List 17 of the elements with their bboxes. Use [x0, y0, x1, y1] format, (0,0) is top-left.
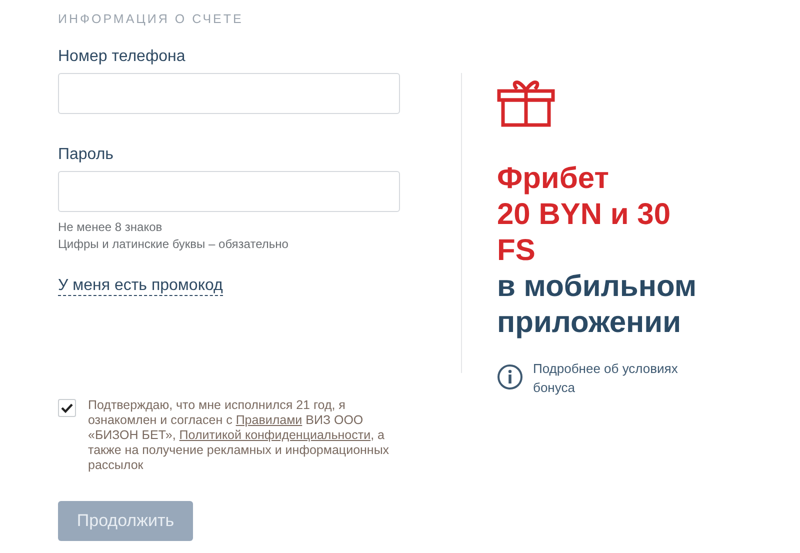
terms-link[interactable]: Правилами: [236, 413, 302, 427]
info-icon: [497, 364, 523, 390]
field-label: Номер телефона: [58, 48, 186, 66]
field-label: Пароль: [58, 146, 115, 164]
bonus-title: в мобильном приложении: [497, 269, 698, 341]
input-field[interactable]: [58, 171, 400, 212]
bonus-title: Фрибет: [497, 161, 610, 197]
bonus-terms-link[interactable]: Подробнее об условиях бонуса: [533, 359, 712, 397]
section-title: ИНФОРМАЦИЯ О СЧЕТЕ: [58, 12, 244, 26]
checkbox[interactable]: [58, 399, 76, 417]
terms-link[interactable]: Политикой конфиденциальности: [179, 428, 371, 442]
input-field[interactable]: [58, 73, 400, 114]
bonus-title: 20 BYN и 30 FS: [497, 197, 672, 269]
consent-text: Подтверждаю, что мне исполнился 21 год, я ознакомлен и согласен с Правилами ВИЗ ООО «БИЗОН БЕТ», Политикой конфиденциальности, а также на получение рекламных и информационных рассылок: [88, 398, 390, 473]
hint-text: Цифры и латинские буквы – обязательно: [58, 236, 290, 253]
promo-code-link[interactable]: У меня есть промокод: [58, 277, 223, 296]
hint-text: Не менее 8 знаков: [58, 219, 164, 236]
